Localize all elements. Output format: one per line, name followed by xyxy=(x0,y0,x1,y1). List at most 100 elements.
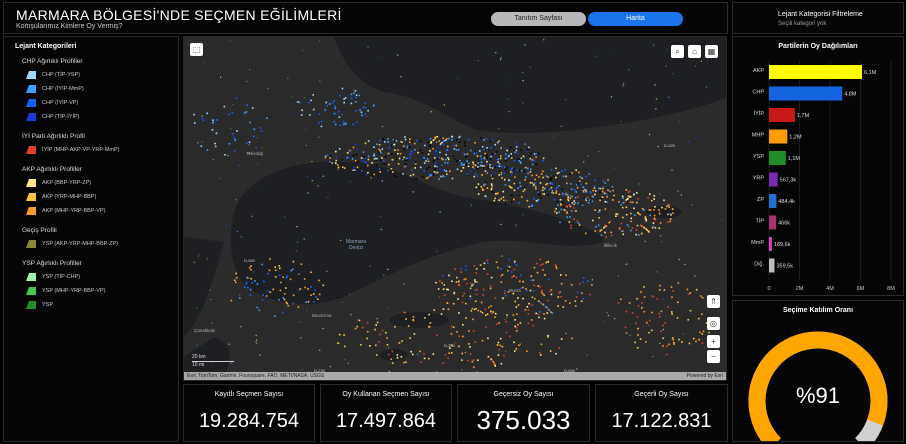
legend-item-label: YSP (TİP-CHP) xyxy=(42,274,81,280)
road-label: D-550 xyxy=(244,258,256,263)
header: MARMARA BÖLGESİ'NDE SEÇMEN EĞİLİMLERİ Ko… xyxy=(3,2,728,34)
legend-item-label: CHP (TİP-İYİP) xyxy=(42,114,80,120)
dashboard: MARMARA BÖLGESİ'NDE SEÇMEN EĞİLİMLERİ Ko… xyxy=(0,0,906,444)
tab-intro[interactable]: Tanıtım Sayfası xyxy=(491,12,586,26)
category-label: AKP xyxy=(753,68,764,74)
data-label: 6,1M xyxy=(864,70,877,76)
city-label: Bandırma xyxy=(312,313,332,318)
select-tool-button[interactable]: ⬚ xyxy=(190,43,203,56)
category-label: ZP xyxy=(757,197,764,203)
road-label: D-200 xyxy=(444,343,456,348)
stat-invalid-votes: Geçersiz Oy Sayısı 375.033 xyxy=(457,384,590,442)
legend-swatch xyxy=(26,287,36,295)
category-label: Diğ. xyxy=(754,262,764,268)
legend-item[interactable]: AKP (YRP-MHP-BBP) xyxy=(26,192,96,202)
scale-label-km: 20 km xyxy=(192,354,206,360)
stat-value: 19.284.754 xyxy=(198,410,300,432)
stat-value: 17.497.864 xyxy=(335,410,437,432)
legend-item-label: YSP (MHP-YRP-BBP-VP) xyxy=(42,288,106,294)
x-tick-label: 6M xyxy=(857,286,865,292)
stat-label: Geçerli Oy Sayısı xyxy=(634,391,689,398)
legend-swatch xyxy=(26,193,36,201)
gauge-svg xyxy=(748,331,888,441)
legend-item-label: YSP xyxy=(42,302,54,308)
zoom-out-button[interactable]: − xyxy=(707,350,720,363)
legend-item-label: YSP (AKP-YRP-MHP-BBP-ZP) xyxy=(42,241,118,247)
locate-button[interactable]: ◎ xyxy=(707,317,720,330)
data-label: 189,6k xyxy=(774,242,791,248)
category-label: MmP xyxy=(751,240,764,246)
category-label: YRP xyxy=(753,176,765,182)
legend-group-title: CHP Ağırlıklı Profiller xyxy=(22,58,83,65)
stat-voters-turnout: Oy Kullanan Seçmen Sayısı 17.497.864 xyxy=(320,384,452,442)
party-votes-chart: Partilerin Oy Dağılımları 0 2M 4M 6M 8M AKP 6,… xyxy=(732,36,904,296)
legend-swatch xyxy=(26,301,36,309)
page-subtitle: Komşularımız Kimlere Oy Vermiş? xyxy=(16,23,123,30)
attribution-text: Esri, TomTom, Garmin, Foursquare, FAO, M… xyxy=(187,373,325,379)
bar-İYİP xyxy=(769,108,795,122)
lake xyxy=(646,206,682,218)
category-label: MHP xyxy=(752,133,765,139)
turnout-gauge: Seçime Katılım Oranı %91 xyxy=(732,300,904,442)
powered-by[interactable]: Powered by Esri xyxy=(687,372,723,380)
legend-title: Lejant Kategorileri xyxy=(15,43,77,50)
legend-swatch xyxy=(26,207,36,215)
bar-MmP xyxy=(769,237,772,251)
map-view[interactable]: Marmara Denizi Çanakkale Bandırma Bursa T… xyxy=(183,36,727,381)
bar-YRP xyxy=(769,172,778,187)
map-canvas[interactable]: Marmara Denizi Çanakkale Bandırma Bursa T… xyxy=(184,37,727,381)
city-label: Bursa xyxy=(509,288,521,293)
data-label: 466k xyxy=(778,221,790,227)
legend-item-label: AKP (BBP-YRP-ZP) xyxy=(42,180,92,186)
category-label: YSP xyxy=(753,154,764,160)
scale-bar: 20 km 10 mi xyxy=(192,354,234,368)
bar-AKP xyxy=(769,65,863,79)
bar-ZP xyxy=(769,194,777,208)
category-label: TİP xyxy=(755,218,764,225)
stat-value: 17.122.831 xyxy=(611,410,712,432)
legend-swatch xyxy=(26,240,36,248)
stat-label: Oy Kullanan Seçmen Sayısı xyxy=(342,391,430,398)
scale-label-mi: 10 mi xyxy=(192,362,205,368)
city-label: Bilecik xyxy=(604,243,618,248)
x-tick-label: 4M xyxy=(826,286,834,292)
data-label: 1,1M xyxy=(788,156,801,162)
legend-item[interactable]: YSP (AKP-YRP-MHP-BBP-ZP) xyxy=(26,239,118,249)
legend-item[interactable]: YSP (TİP-CHP) xyxy=(26,272,80,282)
bar-Diğ. xyxy=(769,258,775,273)
stat-label: Geçersiz Oy Sayısı xyxy=(493,391,554,398)
bar-YSP xyxy=(769,151,786,165)
legend-item[interactable]: YSP (MHP-YRP-BBP-VP) xyxy=(26,286,105,296)
legend-swatch xyxy=(26,99,36,107)
page-title: MARMARA BÖLGESİ'NDE SEÇMEN EĞİLİMLERİ xyxy=(16,7,342,23)
category-filter[interactable]: Lejant Kategorisi Filtreleme Seçili kate… xyxy=(732,2,904,34)
legend-group-title: İYİ Parti Ağırlıklı Profil xyxy=(22,133,85,140)
zoom-in-button[interactable]: + xyxy=(707,335,720,348)
chart-title: Partilerin Oy Dağılımları xyxy=(778,43,858,50)
legend-item[interactable]: İYİP (MHP-AKP-VP-YRP-MmP) xyxy=(26,145,120,155)
data-label: 4,8M xyxy=(844,92,857,98)
lake xyxy=(389,312,449,328)
legend-item-label: AKP (MHP-YRP-BBP-VP) xyxy=(42,208,106,214)
road-label: D-020 xyxy=(664,143,676,148)
basemap-button[interactable]: ▦ xyxy=(705,45,718,58)
stat-registered-voters: Kayıtlı Seçmen Sayısı 19.284.754 xyxy=(183,384,315,442)
legend-item[interactable]: AKP (MHP-YRP-BBP-VP) xyxy=(26,206,105,216)
legend-group-title: Geçiş Profili xyxy=(22,227,57,234)
data-label: 1,7M xyxy=(797,113,810,119)
legend-item[interactable]: CHP (TİP-İYİP) xyxy=(26,112,80,122)
compass-icon[interactable]: ⇑ xyxy=(707,295,720,308)
stat-value: 375.033 xyxy=(476,405,571,435)
search-icon[interactable]: ⌕ xyxy=(671,45,684,58)
legend-item[interactable]: CHP (TİP-YSP) xyxy=(26,70,80,80)
legend-item[interactable]: CHP (İYİP-VP) xyxy=(26,98,78,108)
stat-valid-votes: Geçerli Oy Sayısı 17.122.831 xyxy=(595,384,728,442)
lake xyxy=(380,349,408,361)
home-button[interactable]: ⌂ xyxy=(688,45,701,58)
tab-map[interactable]: Harita xyxy=(588,12,683,26)
legend-item-label: AKP (YRP-MHP-BBP) xyxy=(42,194,97,200)
x-tick-label: 8M xyxy=(887,286,895,292)
legend-item[interactable]: CHP (İYİP-MmP) xyxy=(26,84,84,94)
legend-item[interactable]: AKP (BBP-YRP-ZP) xyxy=(26,178,91,188)
legend-item[interactable]: YSP xyxy=(26,300,53,310)
